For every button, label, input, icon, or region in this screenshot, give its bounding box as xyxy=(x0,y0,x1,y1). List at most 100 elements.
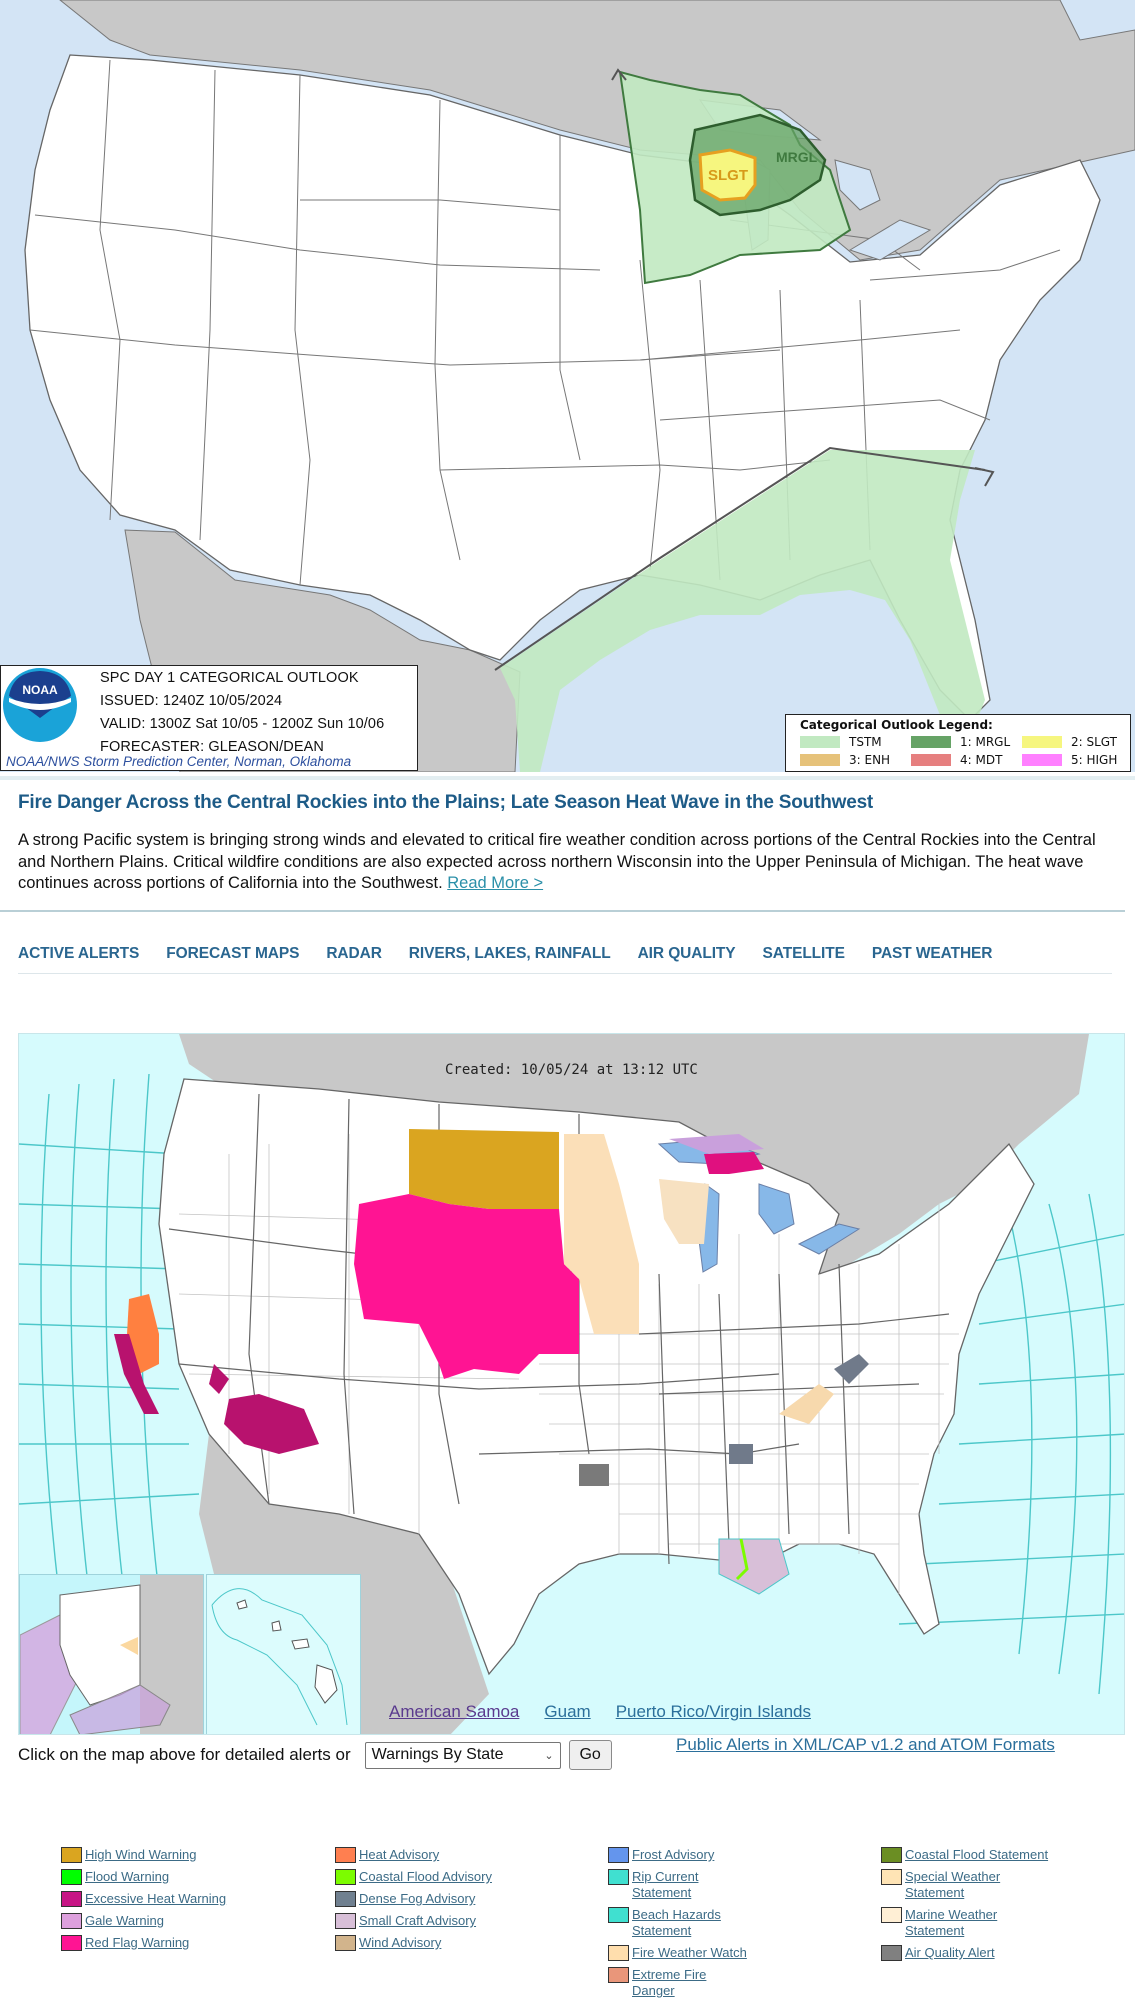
legend-swatch xyxy=(881,1847,902,1863)
read-more-link[interactable]: Read More > xyxy=(447,874,543,892)
legend-item-frost-advisory[interactable]: Frost Advisory xyxy=(608,1847,748,1863)
air-quality-alert-area xyxy=(579,1464,609,1486)
legend-item-high-wind-warning[interactable]: High Wind Warning xyxy=(61,1847,321,1863)
legend-link[interactable]: Dense Fog Advisory xyxy=(359,1891,475,1907)
small-craft-advisory-area xyxy=(718,1538,790,1595)
legend-item-gale-warning[interactable]: Gale Warning xyxy=(61,1913,321,1929)
legend-link[interactable]: Rip Current Statement xyxy=(632,1869,748,1901)
outlook-title: SPC DAY 1 CATEGORICAL OUTLOOK xyxy=(100,670,359,686)
legend-swatch xyxy=(800,754,840,766)
legend-item-wind-advisory[interactable]: Wind Advisory xyxy=(335,1935,595,1951)
outlook-legend-item-mdt: 4: MDT xyxy=(911,753,1002,767)
legend-swatch xyxy=(608,1967,629,1983)
legend-item-small-craft-advisory[interactable]: Small Craft Advisory xyxy=(335,1913,595,1929)
noaa-logo-icon: NOAA xyxy=(3,668,77,742)
alaska-inset-map[interactable] xyxy=(19,1574,204,1734)
legend-link[interactable]: Red Flag Warning xyxy=(85,1935,189,1951)
legend-label: 1: MRGL xyxy=(960,735,1011,749)
legend-swatch xyxy=(608,1847,629,1863)
legend-link[interactable]: Air Quality Alert xyxy=(905,1945,995,1961)
outlook-credit: NOAA/NWS Storm Prediction Center, Norman… xyxy=(6,754,352,769)
mrgl-map-label: MRGL xyxy=(776,149,818,165)
headline-title: Fire Danger Across the Central Rockies i… xyxy=(18,792,874,813)
legend-swatch xyxy=(608,1907,629,1923)
legend-item-extreme-fire-danger[interactable]: Extreme Fire Danger xyxy=(608,1967,748,1999)
legend-swatch xyxy=(335,1847,356,1863)
go-button[interactable]: Go xyxy=(568,1740,612,1770)
legend-item-red-flag-warning[interactable]: Red Flag Warning xyxy=(61,1935,321,1951)
alerts-legend-column: Coastal Flood Statement Special Weather … xyxy=(881,1847,1081,1967)
legend-link[interactable]: Wind Advisory xyxy=(359,1935,441,1951)
legend-link[interactable]: Small Craft Advisory xyxy=(359,1913,476,1929)
legend-swatch xyxy=(1022,736,1062,748)
outlook-legend-item-tstm: TSTM xyxy=(800,735,882,749)
nav-forecast-maps[interactable]: FORECAST MAPS xyxy=(166,945,299,963)
legend-link[interactable]: Extreme Fire Danger xyxy=(632,1967,748,1999)
nav-active-alerts[interactable]: ACTIVE ALERTS xyxy=(18,945,139,963)
legend-swatch xyxy=(335,1935,356,1951)
legend-swatch xyxy=(881,1869,902,1885)
legend-item-beach-hazards-statement[interactable]: Beach Hazards Statement xyxy=(608,1907,748,1939)
legend-swatch xyxy=(61,1869,82,1885)
legend-label: 2: SLGT xyxy=(1071,735,1117,749)
nav-air-quality[interactable]: AIR QUALITY xyxy=(638,945,736,963)
legend-link[interactable]: High Wind Warning xyxy=(85,1847,197,1863)
legend-item-dense-fog-advisory[interactable]: Dense Fog Advisory xyxy=(335,1891,595,1907)
nav-past-weather[interactable]: PAST WEATHER xyxy=(872,945,993,963)
alerts-map[interactable]: Created: 10/05/24 at 13:12 UTC American … xyxy=(18,1033,1125,1735)
legend-item-coastal-flood-advisory[interactable]: Coastal Flood Advisory xyxy=(335,1869,595,1885)
legend-swatch xyxy=(911,736,951,748)
american-samoa-link[interactable]: American Samoa xyxy=(389,1702,519,1722)
high-wind-warning-area xyxy=(409,1129,559,1209)
legend-link[interactable]: Coastal Flood Advisory xyxy=(359,1869,492,1885)
territory-links: American Samoa Guam Puerto Rico/Virgin I… xyxy=(389,1702,811,1722)
guam-link[interactable]: Guam xyxy=(544,1702,590,1722)
legend-item-special-weather-statement[interactable]: Special Weather Statement xyxy=(881,1869,1081,1901)
outlook-legend: Categorical Outlook Legend: TSTM 1: MRGL… xyxy=(785,714,1131,772)
legend-item-air-quality-alert[interactable]: Air Quality Alert xyxy=(881,1945,1081,1961)
legend-link[interactable]: Special Weather Statement xyxy=(905,1869,1015,1901)
legend-item-flood-warning[interactable]: Flood Warning xyxy=(61,1869,321,1885)
nav-satellite[interactable]: SATELLITE xyxy=(763,945,845,963)
nav-radar[interactable]: RADAR xyxy=(326,945,382,963)
alerts-legend-column: High Wind Warning Flood Warning Excessiv… xyxy=(61,1847,321,1957)
maps-nav: ACTIVE ALERTS FORECAST MAPS RADAR RIVERS… xyxy=(18,945,1019,963)
legend-link[interactable]: Gale Warning xyxy=(85,1913,164,1929)
select-value: Warnings By State xyxy=(371,1746,504,1763)
legend-link[interactable]: Frost Advisory xyxy=(632,1847,714,1863)
puerto-rico-virgin-islands-link[interactable]: Puerto Rico/Virgin Islands xyxy=(616,1702,811,1722)
warnings-by-state-select[interactable]: Warnings By State ⌄ xyxy=(364,1741,561,1769)
spc-info-box: NOAA SPC DAY 1 CATEGORICAL OUTLOOK ISSUE… xyxy=(0,665,418,771)
divider xyxy=(0,776,1135,780)
legend-item-marine-weather-statement[interactable]: Marine Weather Statement xyxy=(881,1907,1081,1939)
legend-item-coastal-flood-statement[interactable]: Coastal Flood Statement xyxy=(881,1847,1081,1863)
public-alerts-cap-link[interactable]: Public Alerts in XML/CAP v1.2 and ATOM F… xyxy=(676,1735,1055,1755)
legend-link[interactable]: Beach Hazards Statement xyxy=(632,1907,732,1939)
outlook-forecaster: FORECASTER: GLEASON/DEAN xyxy=(100,739,324,755)
nav-rivers-lakes-rainfall[interactable]: RIVERS, LAKES, RAINFALL xyxy=(409,945,611,963)
legend-item-heat-advisory[interactable]: Heat Advisory xyxy=(335,1847,595,1863)
hawaii-inset-drawing xyxy=(211,1588,348,1726)
legend-link[interactable]: Fire Weather Watch xyxy=(632,1945,747,1961)
outlook-legend-item-mrgl: 1: MRGL xyxy=(911,735,1010,749)
legend-label: TSTM xyxy=(849,735,882,749)
divider xyxy=(0,910,1125,912)
legend-swatch xyxy=(1022,754,1062,766)
legend-item-rip-current-statement[interactable]: Rip Current Statement xyxy=(608,1869,748,1901)
hawaii-inset-map[interactable] xyxy=(206,1574,361,1734)
legend-swatch xyxy=(881,1907,902,1923)
legend-link[interactable]: Marine Weather Statement xyxy=(905,1907,1005,1939)
controls-label: Click on the map above for detailed aler… xyxy=(18,1745,351,1764)
noaa-logo-text: NOAA xyxy=(22,683,58,697)
legend-link[interactable]: Flood Warning xyxy=(85,1869,169,1885)
alerts-legend-column: Frost Advisory Rip Current Statement Bea… xyxy=(608,1847,748,2005)
legend-link[interactable]: Excessive Heat Warning xyxy=(85,1891,226,1907)
legend-swatch xyxy=(61,1891,82,1907)
spc-outlook-map[interactable]: SLGT MRGL NOAA SPC DAY 1 CATEGORICAL OUT… xyxy=(0,0,1135,772)
outline-arrow-east xyxy=(974,467,995,487)
legend-link[interactable]: Heat Advisory xyxy=(359,1847,439,1863)
legend-item-fire-weather-watch[interactable]: Fire Weather Watch xyxy=(608,1945,748,1961)
legend-link[interactable]: Coastal Flood Statement xyxy=(905,1847,1048,1863)
legend-item-excessive-heat-warning[interactable]: Excessive Heat Warning xyxy=(61,1891,321,1907)
legend-swatch xyxy=(608,1869,629,1885)
